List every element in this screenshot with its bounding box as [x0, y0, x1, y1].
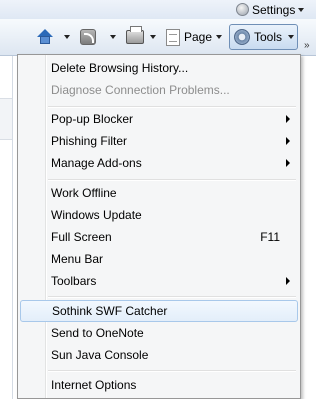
- page-label: Page: [184, 30, 213, 44]
- tools-label: Tools: [254, 30, 283, 44]
- tools-button[interactable]: Tools: [229, 24, 298, 50]
- menu-item-send-to-onenote[interactable]: Send to OneNote: [20, 322, 298, 344]
- feeds-icon: [80, 29, 96, 45]
- menu-item-full-screen[interactable]: Full Screen F11: [20, 226, 298, 248]
- menu-separator: [48, 179, 296, 181]
- page-content-edge: [0, 56, 13, 399]
- print-button[interactable]: [126, 25, 156, 49]
- toolbar-overflow-icon[interactable]: »: [304, 40, 310, 51]
- shortcut-f11: F11: [260, 230, 280, 244]
- menu-item-manage-addons[interactable]: Manage Add-ons: [20, 152, 298, 174]
- page-button[interactable]: Page: [166, 25, 223, 49]
- menu-item-diagnose-connection: Diagnose Connection Problems...: [51, 83, 230, 97]
- feeds-button[interactable]: [80, 25, 116, 49]
- submenu-arrow-icon: [286, 115, 290, 123]
- menu-item-popup-blocker[interactable]: Pop-up Blocker: [20, 108, 298, 130]
- menu-item-menu-bar[interactable]: Menu Bar: [20, 248, 298, 270]
- settings-button[interactable]: Settings: [236, 1, 305, 18]
- home-button[interactable]: [36, 25, 70, 49]
- submenu-arrow-icon: [286, 277, 290, 285]
- menu-item-work-offline[interactable]: Work Offline: [20, 182, 298, 204]
- page-icon: [166, 28, 180, 46]
- settings-circle-icon: [236, 3, 249, 16]
- tools-menu: Delete Browsing History... Diagnose Conn…: [17, 54, 301, 399]
- printer-icon: [126, 26, 144, 44]
- menu-item-internet-options[interactable]: Internet Options: [20, 374, 298, 396]
- page-right-edge: [301, 56, 316, 399]
- menu-separator: [48, 296, 296, 298]
- command-bar: Page Tools »: [0, 19, 316, 56]
- tools-dropdown-icon: [288, 35, 295, 39]
- menu-item-windows-update[interactable]: Windows Update: [20, 204, 298, 226]
- menu-item-delete-browsing-history[interactable]: Delete Browsing History...: [20, 57, 298, 79]
- chevron-down-icon: [298, 7, 305, 12]
- menu-item-sothink-swf-catcher[interactable]: Sothink SWF Catcher: [20, 300, 298, 322]
- settings-label: Settings: [252, 2, 296, 17]
- submenu-arrow-icon: [286, 159, 290, 167]
- submenu-arrow-icon: [286, 137, 290, 145]
- menu-item-toolbars[interactable]: Toolbars: [20, 270, 298, 292]
- gear-icon: [234, 29, 250, 45]
- menu-item-phishing-filter[interactable]: Phishing Filter: [20, 130, 298, 152]
- menu-item-sun-java-console[interactable]: Sun Java Console: [20, 344, 298, 366]
- page-dropdown-icon: [216, 35, 223, 39]
- menu-separator: [48, 370, 296, 372]
- feeds-dropdown-icon[interactable]: [110, 35, 116, 39]
- home-icon: [36, 28, 54, 46]
- print-dropdown-icon[interactable]: [150, 35, 156, 39]
- home-dropdown-icon[interactable]: [64, 35, 70, 39]
- settings-strip: Settings: [0, 0, 316, 19]
